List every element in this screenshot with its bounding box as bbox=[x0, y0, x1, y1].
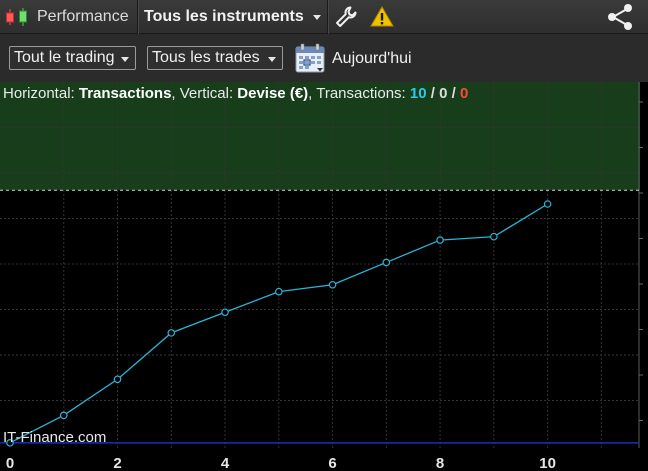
data-point bbox=[490, 232, 498, 241]
chevron-down-icon bbox=[268, 57, 276, 62]
caption-vertical-label: , Vertical: bbox=[171, 85, 238, 102]
trades-filter-dropdown[interactable]: Tous les trades bbox=[147, 46, 283, 70]
count-loss: 0 bbox=[459, 85, 469, 102]
data-point bbox=[167, 329, 176, 337]
x-tick-label: 2 bbox=[113, 455, 121, 471]
candlestick-icon[interactable] bbox=[4, 6, 30, 28]
trading-filter-dropdown[interactable]: Tout le trading bbox=[9, 46, 136, 70]
caption-horizontal-label: Horizontal: bbox=[3, 85, 79, 102]
count-separator: / bbox=[426, 85, 440, 102]
watermark: IT-Finance.com bbox=[3, 429, 107, 446]
wrench-icon[interactable] bbox=[334, 5, 358, 29]
warning-icon[interactable] bbox=[370, 5, 394, 29]
trading-filter-label: Tout le trading bbox=[14, 49, 115, 66]
x-tick-label: 8 bbox=[436, 455, 444, 471]
caption-horizontal-value: Transactions bbox=[78, 85, 172, 102]
divider bbox=[137, 0, 139, 34]
data-point bbox=[113, 375, 122, 384]
count-separator: / bbox=[447, 85, 460, 102]
divider bbox=[327, 0, 329, 34]
x-tick-label: 10 bbox=[539, 455, 556, 471]
data-point bbox=[436, 236, 444, 244]
share-icon[interactable] bbox=[604, 3, 638, 31]
equity-curve-chart: 0 2 4 6 8 10 bbox=[0, 82, 648, 471]
chevron-down-icon[interactable] bbox=[313, 15, 321, 20]
instrument-selector[interactable]: Tous les instruments bbox=[144, 8, 304, 26]
caption-vertical-value: Devise (€) bbox=[237, 85, 309, 102]
chart-caption: Horizontal: Transactions, Vertical: Devi… bbox=[3, 85, 468, 102]
app-title: Performance bbox=[37, 8, 129, 25]
data-point bbox=[543, 200, 552, 208]
x-tick-label: 6 bbox=[328, 455, 336, 471]
x-tick-label: 4 bbox=[221, 455, 230, 471]
data-point bbox=[59, 411, 68, 420]
calendar-icon[interactable] bbox=[295, 43, 327, 75]
chevron-down-icon bbox=[121, 57, 129, 62]
period-label[interactable]: Aujourd'hui bbox=[332, 50, 412, 68]
top-bar: Performance Tous les instruments bbox=[0, 0, 648, 34]
trades-filter-label: Tous les trades bbox=[152, 49, 260, 66]
caption-transactions-label: , Transactions: bbox=[308, 85, 410, 102]
x-tick-label: 0 bbox=[6, 455, 14, 471]
data-point bbox=[328, 280, 337, 289]
count-total: 10 bbox=[409, 85, 427, 102]
right-margin bbox=[640, 82, 648, 448]
data-point bbox=[221, 308, 229, 317]
data-point bbox=[382, 258, 391, 267]
data-point bbox=[275, 287, 283, 296]
performance-chart: 0 2 4 6 8 10 Horizontal: Transactions, Vertic… bbox=[0, 82, 648, 471]
